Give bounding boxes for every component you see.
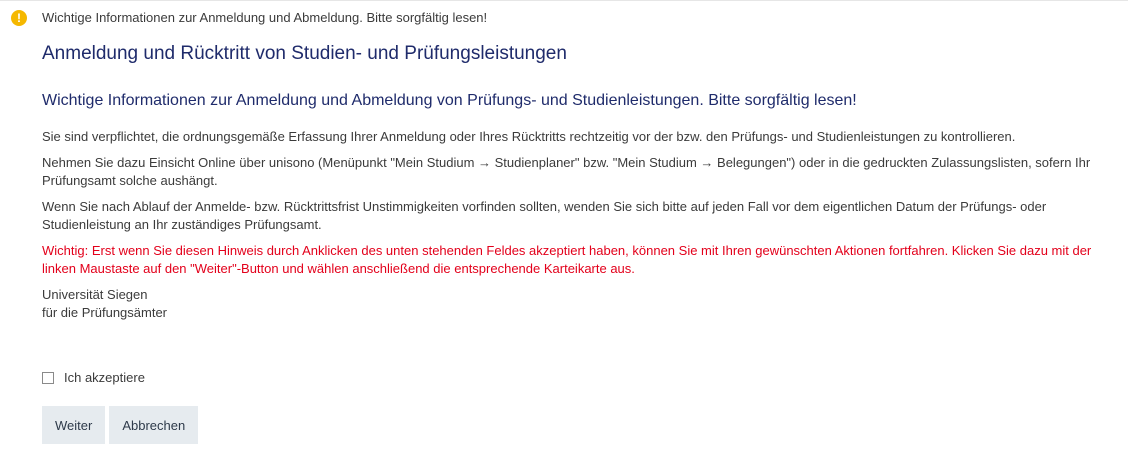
signature-office: für die Prüfungsämter <box>42 305 168 320</box>
accept-row[interactable]: Ich akzeptiere <box>42 370 145 385</box>
notice-text: Wichtige Informationen zur Anmeldung und… <box>42 10 488 25</box>
signature: Universität Siegen für die Prüfungsämter <box>42 286 1112 322</box>
accept-label: Ich akzeptiere <box>64 370 145 385</box>
page-title: Anmeldung und Rücktritt von Studien- und… <box>42 43 567 64</box>
warning-icon: ! <box>11 10 27 26</box>
cancel-button[interactable]: Abbrechen <box>109 406 199 444</box>
button-bar: Weiter Abbrechen <box>42 406 199 444</box>
warning-paragraph: Wichtig: Erst wenn Sie diesen Hinweis du… <box>42 243 1092 276</box>
info-content: Sie sind verpflichtet, die ordnungsgemäß… <box>42 128 1112 322</box>
info-paragraph-3: Wenn Sie nach Ablauf der Anmelde- bzw. R… <box>42 199 1047 232</box>
accept-checkbox[interactable] <box>42 371 54 384</box>
signature-university: Universität Siegen <box>42 287 148 302</box>
continue-button[interactable]: Weiter <box>42 406 106 444</box>
page-subtitle: Wichtige Informationen zur Anmeldung und… <box>42 92 857 109</box>
notice-bar: ! Wichtige Informationen zur Anmeldung u… <box>0 0 1128 33</box>
info-paragraph-1: Sie sind verpflichtet, die ordnungsgemäß… <box>42 129 1016 144</box>
info-paragraph-2: Nehmen Sie dazu Einsicht Online über uni… <box>42 155 1091 188</box>
